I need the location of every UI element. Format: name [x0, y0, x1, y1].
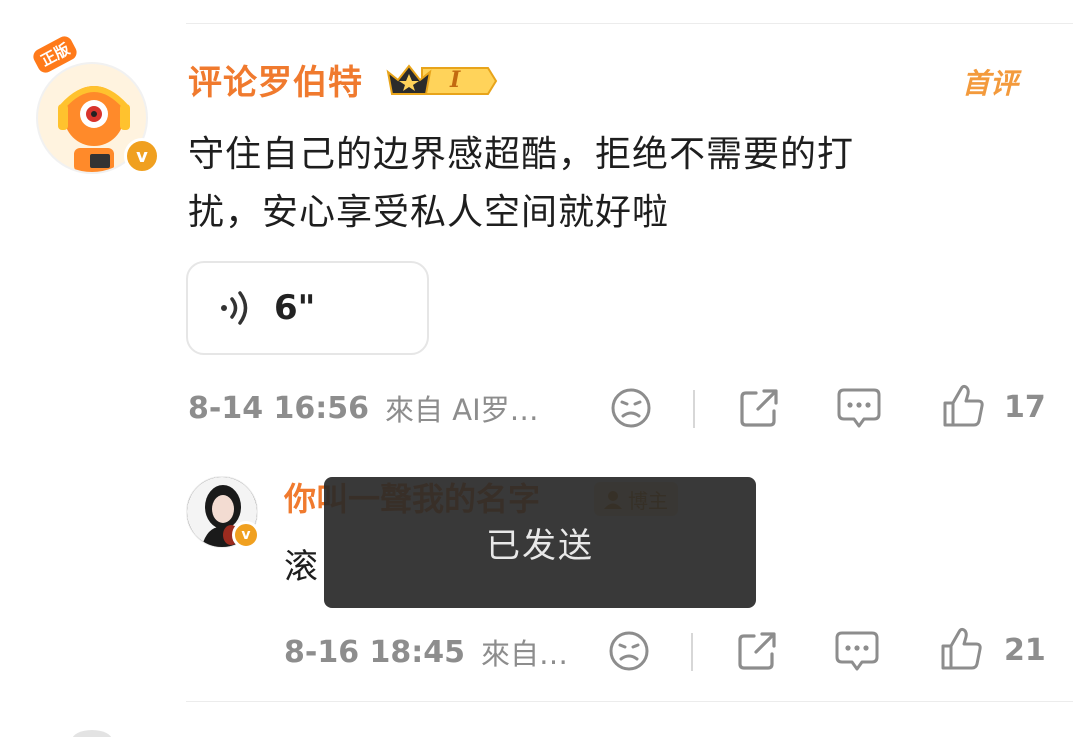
level-badge: I: [384, 60, 498, 102]
comment-text-line-2: 扰，安心享受私人空间就好啦: [188, 192, 670, 233]
share-button[interactable]: [736, 385, 782, 431]
like-count: 17: [1004, 390, 1046, 425]
share-icon: [740, 389, 778, 427]
comment-time: 8-14 16:56: [188, 390, 370, 426]
comment-text-line-1: 守住自己的边界感超酷，拒绝不需要的打: [188, 134, 855, 175]
action-separator: [693, 390, 695, 428]
toast-notification: 已发送: [324, 477, 756, 608]
next-avatar: [72, 730, 112, 737]
reply-button[interactable]: [836, 385, 882, 431]
toast-message: 已发送: [486, 526, 594, 566]
bottom-divider: [186, 701, 1073, 702]
comment-text: 守住自己的边界感超酷，拒绝不需要的打 扰，安心享受私人空间就好啦: [188, 126, 988, 242]
reply-meta-row: 8-16 18:45 來自…: [284, 630, 1044, 674]
sad-face-icon: [611, 388, 651, 428]
verified-badge-icon: v: [124, 138, 160, 174]
first-comment-badge: 首评: [962, 67, 1019, 100]
reply-source: 來自…: [481, 637, 569, 671]
thumbs-up-icon: [941, 627, 982, 670]
dislike-button[interactable]: [606, 628, 652, 674]
like-button[interactable]: [938, 626, 984, 672]
share-icon: [738, 632, 776, 670]
thumbs-up-icon: [943, 384, 984, 427]
commenter-username[interactable]: 评论罗伯特: [188, 61, 363, 105]
comment-icon: [837, 388, 881, 428]
voice-duration: 6": [274, 288, 316, 328]
commenter-avatar[interactable]: 正版 v: [30, 33, 160, 180]
top-divider: [186, 23, 1073, 24]
like-button[interactable]: [940, 383, 986, 429]
reply-button[interactable]: [834, 628, 880, 674]
share-button[interactable]: [734, 628, 780, 674]
action-separator: [691, 633, 693, 671]
sad-face-icon: [609, 631, 649, 671]
like-count: 21: [1004, 633, 1046, 668]
reply-time: 8-16 18:45: [284, 634, 466, 670]
level-text: I: [450, 67, 461, 93]
reply-text: 滚: [284, 547, 318, 587]
crown-icon: [386, 64, 498, 95]
comment-source: 來自 AI罗…: [385, 393, 539, 427]
voice-message-button[interactable]: 6": [186, 261, 429, 355]
dislike-button[interactable]: [608, 385, 654, 431]
voice-wave-icon: [221, 291, 248, 325]
comment-icon: [835, 631, 879, 671]
verified-badge-icon: v: [232, 521, 260, 549]
